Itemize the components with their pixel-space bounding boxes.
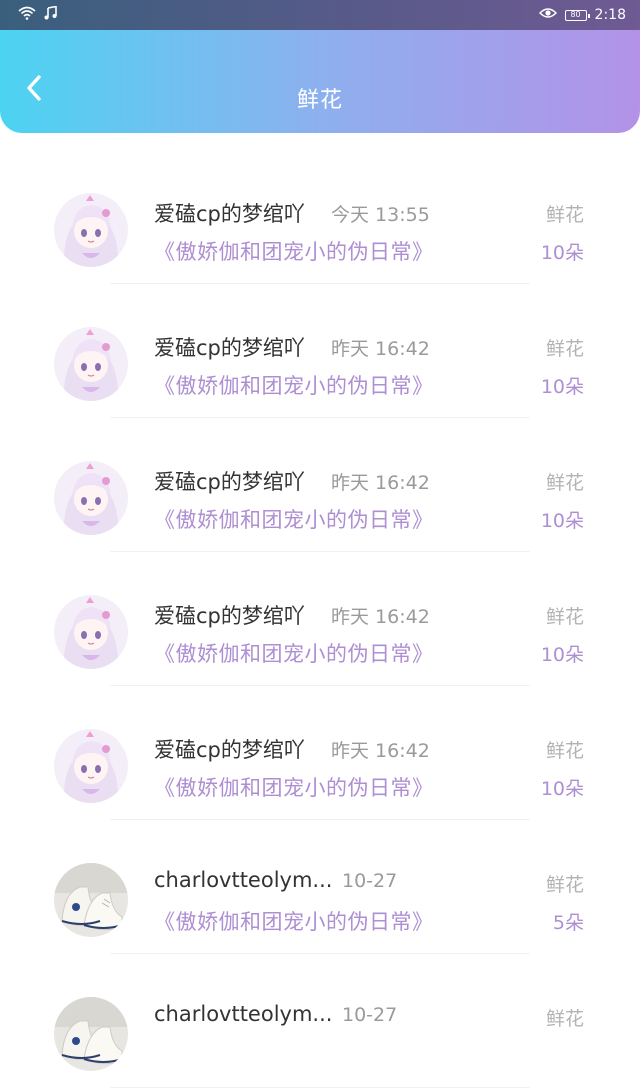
gift-count: 10朵 [540,644,584,666]
gift-count: 10朵 [540,376,584,398]
sender-name: 爱磕cp的梦绾吖 [154,336,305,360]
gift-type: 鲜花 [545,204,584,226]
page-title: 鲜花 [296,88,343,113]
list-item[interactable]: 爱磕cp的梦绾吖 昨天 16:42 《傲娇伽和团宠小的伪日常》 鲜花 10朵 [0,284,640,418]
gift-count: 5朵 [552,912,584,934]
avatar[interactable] [54,863,128,937]
status-bar: 80 2:18 [0,0,640,30]
avatar[interactable] [54,461,128,535]
send-time: 昨天 16:42 [331,338,430,360]
avatar[interactable] [54,193,128,267]
status-right: 80 2:18 [538,7,626,23]
battery-icon: 80 [564,9,590,21]
gift-type: 鲜花 [545,740,584,762]
sender-name: 爱磕cp的梦绾吖 [154,604,305,628]
book-title-link[interactable]: 《傲娇伽和团宠小的伪日常》 [154,638,434,668]
list-item[interactable]: charlovtteolym... 10-27 《傲娇伽和团宠小的伪日常》 鲜花… [0,820,640,954]
gift-type: 鲜花 [545,1008,584,1030]
book-title-link[interactable]: 《傲娇伽和团宠小的伪日常》 [154,906,434,936]
send-time: 昨天 16:42 [331,740,430,762]
wifi-icon [18,6,36,24]
sender-name: charlovtteolym... [154,1002,333,1026]
sender-name: 爱磕cp的梦绾吖 [154,738,305,762]
sender-name: 爱磕cp的梦绾吖 [154,202,305,226]
book-title-link[interactable]: 《傲娇伽和团宠小的伪日常》 [154,772,434,802]
avatar[interactable] [54,327,128,401]
list-item[interactable]: charlovtteolym... 10-27 鲜花 [0,954,640,1088]
send-time: 昨天 16:42 [331,472,430,494]
send-time: 10-27 [342,870,398,892]
music-note-icon [44,5,58,24]
gift-type: 鲜花 [545,874,584,896]
gift-type: 鲜花 [545,338,584,360]
sender-name: 爱磕cp的梦绾吖 [154,470,305,494]
list-item[interactable]: 爱磕cp的梦绾吖 昨天 16:42 《傲娇伽和团宠小的伪日常》 鲜花 10朵 [0,686,640,820]
book-title-link[interactable]: 《傲娇伽和团宠小的伪日常》 [154,236,434,266]
gift-count: 10朵 [540,778,584,800]
gift-record-list: 爱磕cp的梦绾吖 今天 13:55 《傲娇伽和团宠小的伪日常》 鲜花 10朵 爱… [0,150,640,1088]
status-time: 2:18 [594,7,626,23]
eye-icon [538,7,557,23]
gift-count: 10朵 [540,242,584,264]
gift-type: 鲜花 [545,472,584,494]
avatar[interactable] [54,997,128,1071]
sender-name: charlovtteolym... [154,868,333,892]
gift-count: 10朵 [540,510,584,532]
send-time: 今天 13:55 [331,204,430,226]
book-title-link[interactable]: 《傲娇伽和团宠小的伪日常》 [154,504,434,534]
gift-type: 鲜花 [545,606,584,628]
list-item[interactable]: 爱磕cp的梦绾吖 昨天 16:42 《傲娇伽和团宠小的伪日常》 鲜花 10朵 [0,418,640,552]
send-time: 10-27 [342,1004,398,1026]
book-title-link[interactable]: 《傲娇伽和团宠小的伪日常》 [154,370,434,400]
send-time: 昨天 16:42 [331,606,430,628]
status-left [18,5,58,24]
avatar[interactable] [54,595,128,669]
header-bar: 鲜花 [0,30,640,133]
avatar[interactable] [54,729,128,803]
list-item[interactable]: 爱磕cp的梦绾吖 今天 13:55 《傲娇伽和团宠小的伪日常》 鲜花 10朵 [0,150,640,284]
list-item[interactable]: 爱磕cp的梦绾吖 昨天 16:42 《傲娇伽和团宠小的伪日常》 鲜花 10朵 [0,552,640,686]
